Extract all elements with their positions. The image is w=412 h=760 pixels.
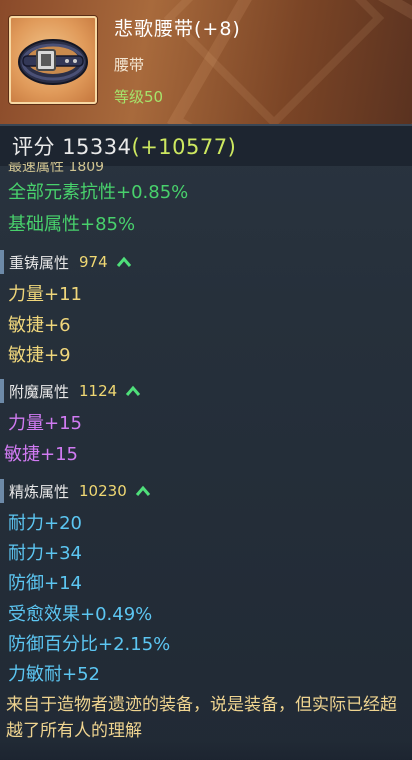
refine-attribute-line: 力敏耐+52 [8, 664, 100, 685]
base-attribute-line: 基础属性+85% [8, 214, 136, 235]
up-arrow-icon [126, 385, 141, 396]
enchant-attribute-line: 力量+15 [8, 413, 82, 434]
refine-attribute-line: 受愈效果+0.49% [8, 604, 153, 625]
section-bar [0, 250, 4, 274]
base-attribute-line: 全部元素抗性+0.85% [8, 182, 189, 203]
item-score: 评分 15334(+10577) [12, 131, 236, 161]
refine-attribute-line: 防御百分比+2.15% [8, 634, 171, 655]
refine-attribute-line: 防御+14 [8, 573, 82, 594]
enchant-attribute-line: 敏捷+15 [4, 444, 78, 465]
item-description: 来自于造物者遗迹的装备，说是装备，但实际已经超越了所有人的理解 [6, 695, 397, 741]
refine-section-header: 精炼属性 10230 [0, 478, 151, 504]
item-type: 腰带 [114, 56, 145, 74]
up-arrow-icon [116, 256, 131, 267]
section-value: 1124 [79, 382, 118, 400]
section-bar [0, 479, 4, 503]
up-arrow-icon [135, 485, 150, 496]
bottom-fade [0, 740, 412, 760]
item-name: 悲歌腰带(+8) [114, 18, 241, 40]
reforge-attribute-line: 敏捷+6 [8, 315, 71, 336]
section-title: 精炼属性 [9, 482, 70, 501]
item-level: 等级50 [114, 88, 164, 106]
section-title: 重铸属性 [9, 253, 70, 272]
refine-attribute-line: 耐力+34 [8, 543, 82, 564]
section-value: 10230 [79, 482, 127, 500]
section-bar [0, 379, 4, 403]
section-value: 974 [79, 253, 108, 271]
item-tooltip: 悲歌腰带(+8) 腰带 等级50 最速属性 1809 评分 15334(+105… [0, 0, 412, 760]
score-value: 15334 [62, 135, 132, 159]
reforge-section-header: 重铸属性 974 [0, 249, 132, 275]
score-increase: (+10577) [131, 135, 237, 159]
reforge-attribute-line: 敏捷+9 [8, 345, 71, 366]
section-title: 附魔属性 [9, 382, 70, 401]
belt-icon [18, 39, 88, 85]
reforge-attribute-line: 力量+11 [8, 284, 82, 305]
item-icon-frame [9, 16, 97, 104]
enchant-section-header: 附魔属性 1124 [0, 378, 141, 404]
refine-attribute-line: 耐力+20 [8, 513, 82, 534]
score-label: 评分 [12, 135, 55, 159]
item-header: 悲歌腰带(+8) 腰带 等级50 [0, 0, 412, 124]
